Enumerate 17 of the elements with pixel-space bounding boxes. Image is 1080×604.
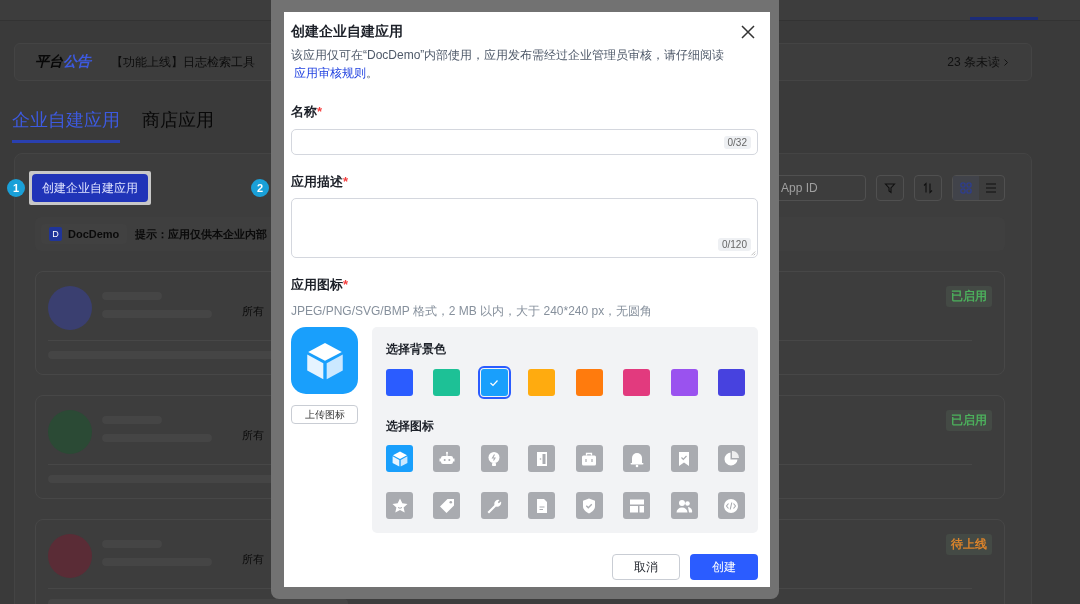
dialog-description: 该应用仅可在“DocDemo”内部使用，应用发布需经过企业管理员审核，请仔细阅读 应用审核规则。 bbox=[291, 47, 726, 82]
org-badge: D bbox=[49, 227, 62, 241]
step-marker: 2 bbox=[251, 179, 269, 197]
char-counter: 0/120 bbox=[717, 238, 751, 251]
field-label: 应用图标* bbox=[291, 276, 350, 294]
step-marker: 1 bbox=[7, 179, 25, 197]
org-name: DocDemo bbox=[68, 228, 120, 240]
format-hint: JPEG/PNG/SVG/BMP 格式，2 MB 以内，大于 240*240 px，无圆角 bbox=[291, 303, 654, 320]
field-label: 应用描述* bbox=[291, 173, 350, 191]
section-label: 选择图标 bbox=[386, 418, 435, 435]
dialog-title: 创建企业自建应用 bbox=[291, 23, 403, 41]
status-tag: 已启用 bbox=[946, 410, 992, 431]
status-tag: 已启用 bbox=[946, 286, 992, 307]
field-label: 名称* bbox=[291, 103, 324, 121]
section-label: 选择背景色 bbox=[386, 341, 447, 358]
status-tag: 待上线 bbox=[946, 534, 992, 555]
char-counter: 0/32 bbox=[723, 135, 751, 149]
